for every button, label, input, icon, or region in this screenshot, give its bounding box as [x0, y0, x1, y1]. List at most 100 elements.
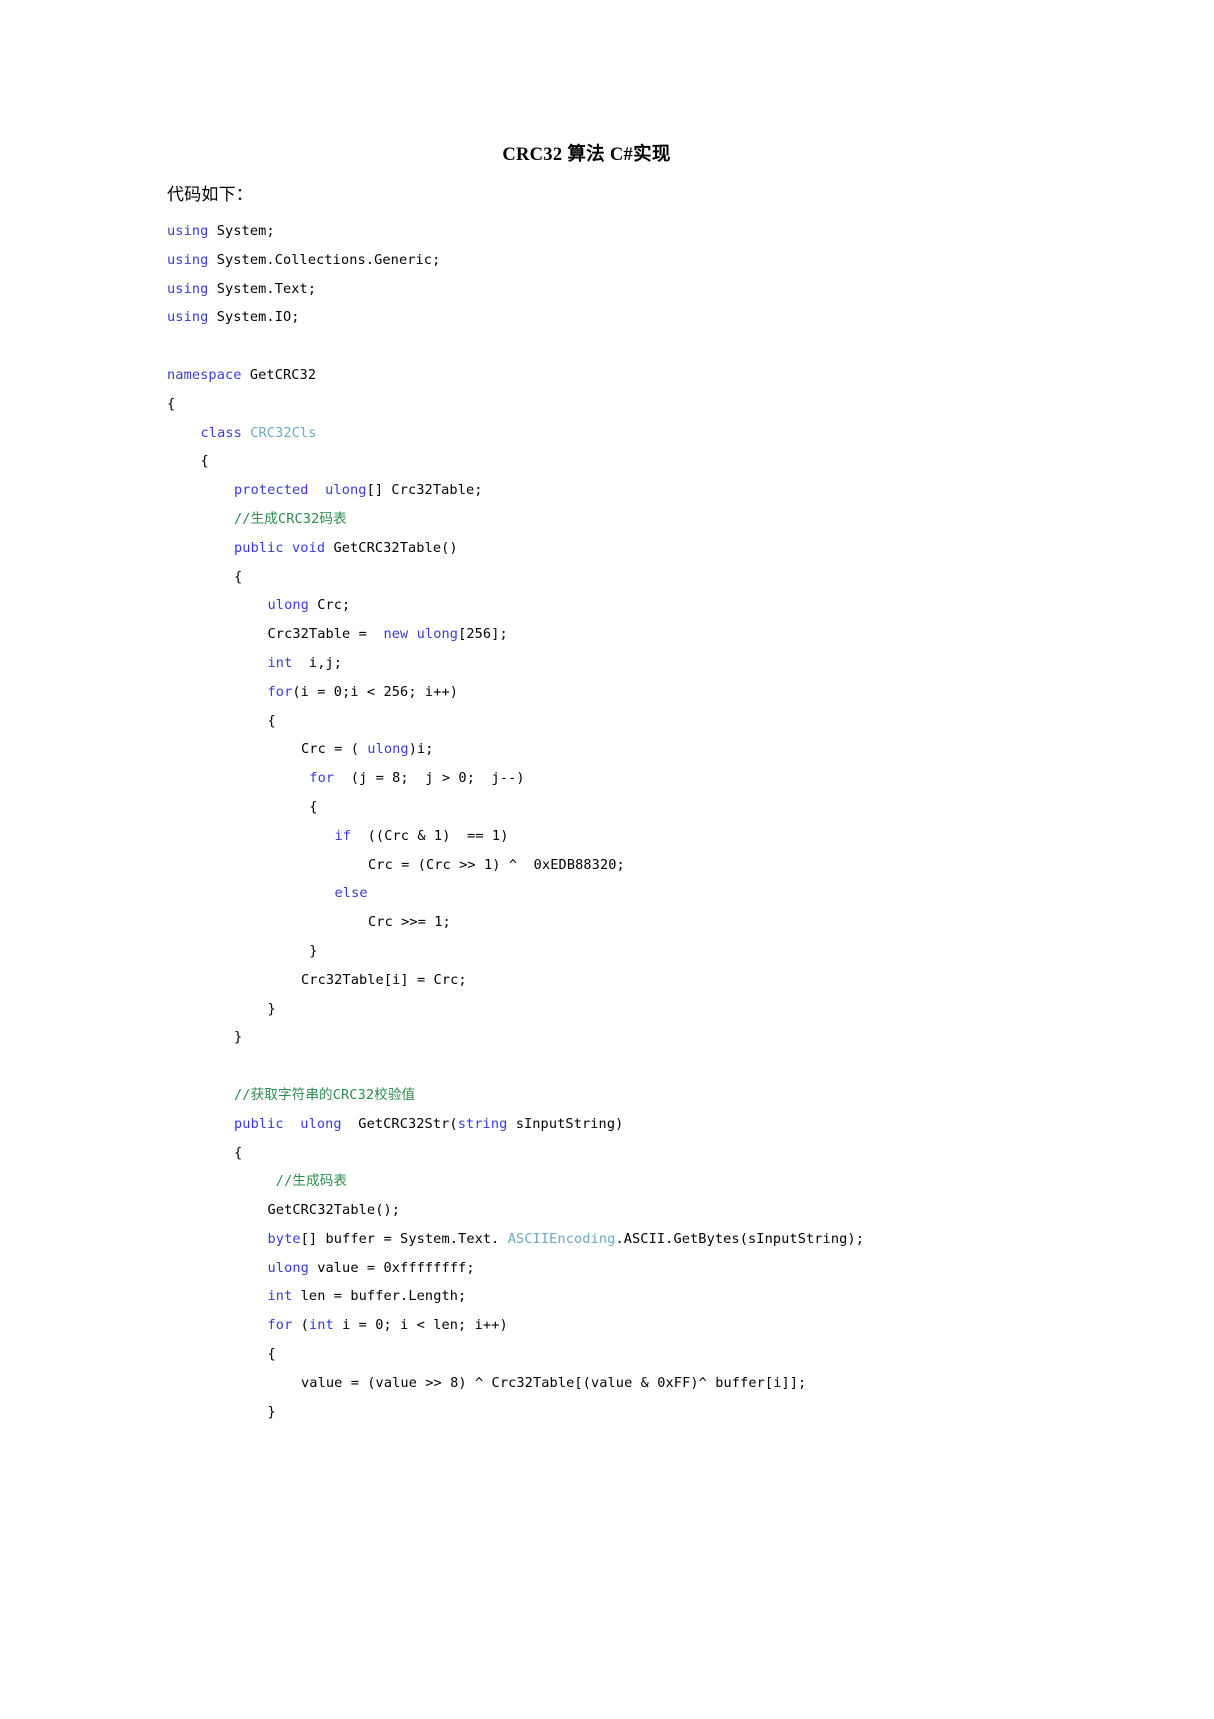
code-token: System;	[208, 223, 275, 239]
code-token: class	[200, 424, 251, 441]
code-token: [256];	[458, 626, 508, 643]
code-token: }	[267, 1000, 276, 1017]
code-line: value = (value >> 8) ^ Crc32Table[(value…	[167, 1369, 1064, 1398]
code-listing: using System; using System.Collections.Ge…	[167, 217, 1064, 1426]
code-token: int	[267, 1288, 293, 1305]
code-token: void	[292, 539, 326, 556]
code-line: using System;	[167, 217, 1064, 246]
code-token: (j = 8; j > 0; j--)	[334, 770, 525, 787]
code-token: Crc;	[308, 597, 351, 614]
code-line: }	[167, 995, 1064, 1024]
code-token: {	[234, 1144, 243, 1161]
code-token: public	[234, 539, 284, 556]
code-token: CRC32Cls	[250, 424, 317, 441]
code-token: ulong	[267, 1259, 309, 1276]
code-line: //生成CRC32码表	[167, 505, 1064, 534]
document-page: CRC32 算法 C#实现 代码如下： using System; using S…	[0, 0, 1214, 1719]
code-token: System.Collections.Generic;	[208, 251, 441, 268]
code-token: using	[167, 251, 209, 268]
code-token: ulong	[325, 482, 367, 499]
code-token: (i = 0;i < 256; i++)	[292, 683, 459, 700]
code-line: Crc >>= 1;	[167, 908, 1064, 937]
code-token: ulong	[300, 1115, 342, 1132]
code-line: for (j = 8; j > 0; j--)	[167, 764, 1064, 793]
code-line: int i,j;	[167, 649, 1064, 678]
code-token: //获取字符串的CRC32校验值	[234, 1086, 416, 1103]
code-token: ulong	[267, 597, 309, 614]
code-token: for	[267, 1317, 293, 1334]
intro-text: 代码如下：	[167, 185, 253, 205]
code-line: public void GetCRC32Table()	[167, 534, 1064, 563]
code-line: }	[167, 937, 1064, 966]
code-token: {	[200, 453, 209, 470]
code-line: ulong value = 0xffffffff;	[167, 1254, 1064, 1283]
code-line: else	[167, 879, 1064, 908]
code-line: {	[167, 1139, 1064, 1168]
code-token: {	[267, 712, 276, 729]
code-token: new	[383, 626, 409, 643]
code-line: for(i = 0;i < 256; i++)	[167, 678, 1064, 707]
code-line: public ulong GetCRC32Str(string sInputSt…	[167, 1110, 1064, 1139]
code-token: Crc >>= 1;	[368, 914, 451, 931]
code-line: protected ulong[] Crc32Table;	[167, 476, 1064, 505]
code-line: {	[167, 793, 1064, 822]
code-token: {	[234, 568, 243, 585]
code-line: Crc32Table = new ulong[256];	[167, 620, 1064, 649]
code-line: Crc = (Crc >> 1) ^ 0xEDB88320;	[167, 851, 1064, 880]
code-token: namespace	[167, 366, 242, 383]
code-token: else	[334, 885, 368, 902]
code-line: //获取字符串的CRC32校验值	[167, 1081, 1064, 1110]
code-line: {	[167, 563, 1064, 592]
code-token: i = 0; i < len; i++)	[333, 1317, 508, 1334]
code-token: GetCRC32Str(	[341, 1115, 458, 1132]
code-token: ulong	[416, 626, 459, 643]
code-token: string	[457, 1115, 508, 1132]
code-line: }	[167, 1023, 1064, 1052]
code-token: using	[167, 280, 209, 297]
code-token: protected	[234, 482, 309, 499]
code-line: for (int i = 0; i < len; i++)	[167, 1311, 1064, 1340]
code-token: Crc = (Crc >> 1) ^ 0xEDB88320;	[368, 856, 625, 873]
code-token: Crc32Table[i] = Crc;	[301, 971, 467, 988]
code-token: GetCRC32Table()	[325, 539, 458, 556]
code-line: {	[167, 390, 1064, 419]
code-token: if	[334, 827, 352, 844]
code-token: //生成CRC32码表	[234, 510, 347, 527]
code-token: public	[234, 1115, 284, 1132]
code-token: value = (value >> 8) ^ Crc32Table[(value…	[301, 1374, 807, 1391]
code-token: Crc32Table =	[267, 626, 384, 643]
code-line: using System.Text;	[167, 275, 1064, 304]
code-line: //生成码表	[167, 1167, 1064, 1196]
code-token: System.Text;	[208, 280, 317, 297]
code-token: ASCIIEncoding	[507, 1230, 616, 1247]
code-token: ulong	[367, 741, 409, 758]
code-line: {	[167, 707, 1064, 736]
page-title: CRC32 算法 C#实现	[502, 145, 671, 165]
code-token: {	[167, 395, 176, 412]
code-token: ((Crc & 1) == 1)	[351, 827, 509, 844]
code-token: byte	[267, 1230, 301, 1247]
code-line: if ((Crc & 1) == 1)	[167, 822, 1064, 851]
code-line: {	[167, 447, 1064, 476]
code-token: {	[301, 798, 318, 815]
code-token: //生成码表	[267, 1173, 348, 1190]
code-token: for	[267, 683, 293, 700]
code-line: Crc32Table[i] = Crc;	[167, 966, 1064, 995]
code-token: i,j;	[292, 654, 343, 671]
code-line: {	[167, 1340, 1064, 1369]
code-token: using	[167, 309, 209, 326]
code-token: value = 0xffffffff;	[308, 1259, 475, 1276]
code-line: class CRC32Cls	[167, 419, 1064, 448]
code-token: System.IO;	[208, 309, 300, 326]
code-token: }	[234, 1029, 243, 1046]
code-token: using	[167, 223, 209, 239]
code-line: ulong Crc;	[167, 591, 1064, 620]
code-token: )i;	[408, 741, 434, 758]
code-token: (	[292, 1317, 309, 1334]
